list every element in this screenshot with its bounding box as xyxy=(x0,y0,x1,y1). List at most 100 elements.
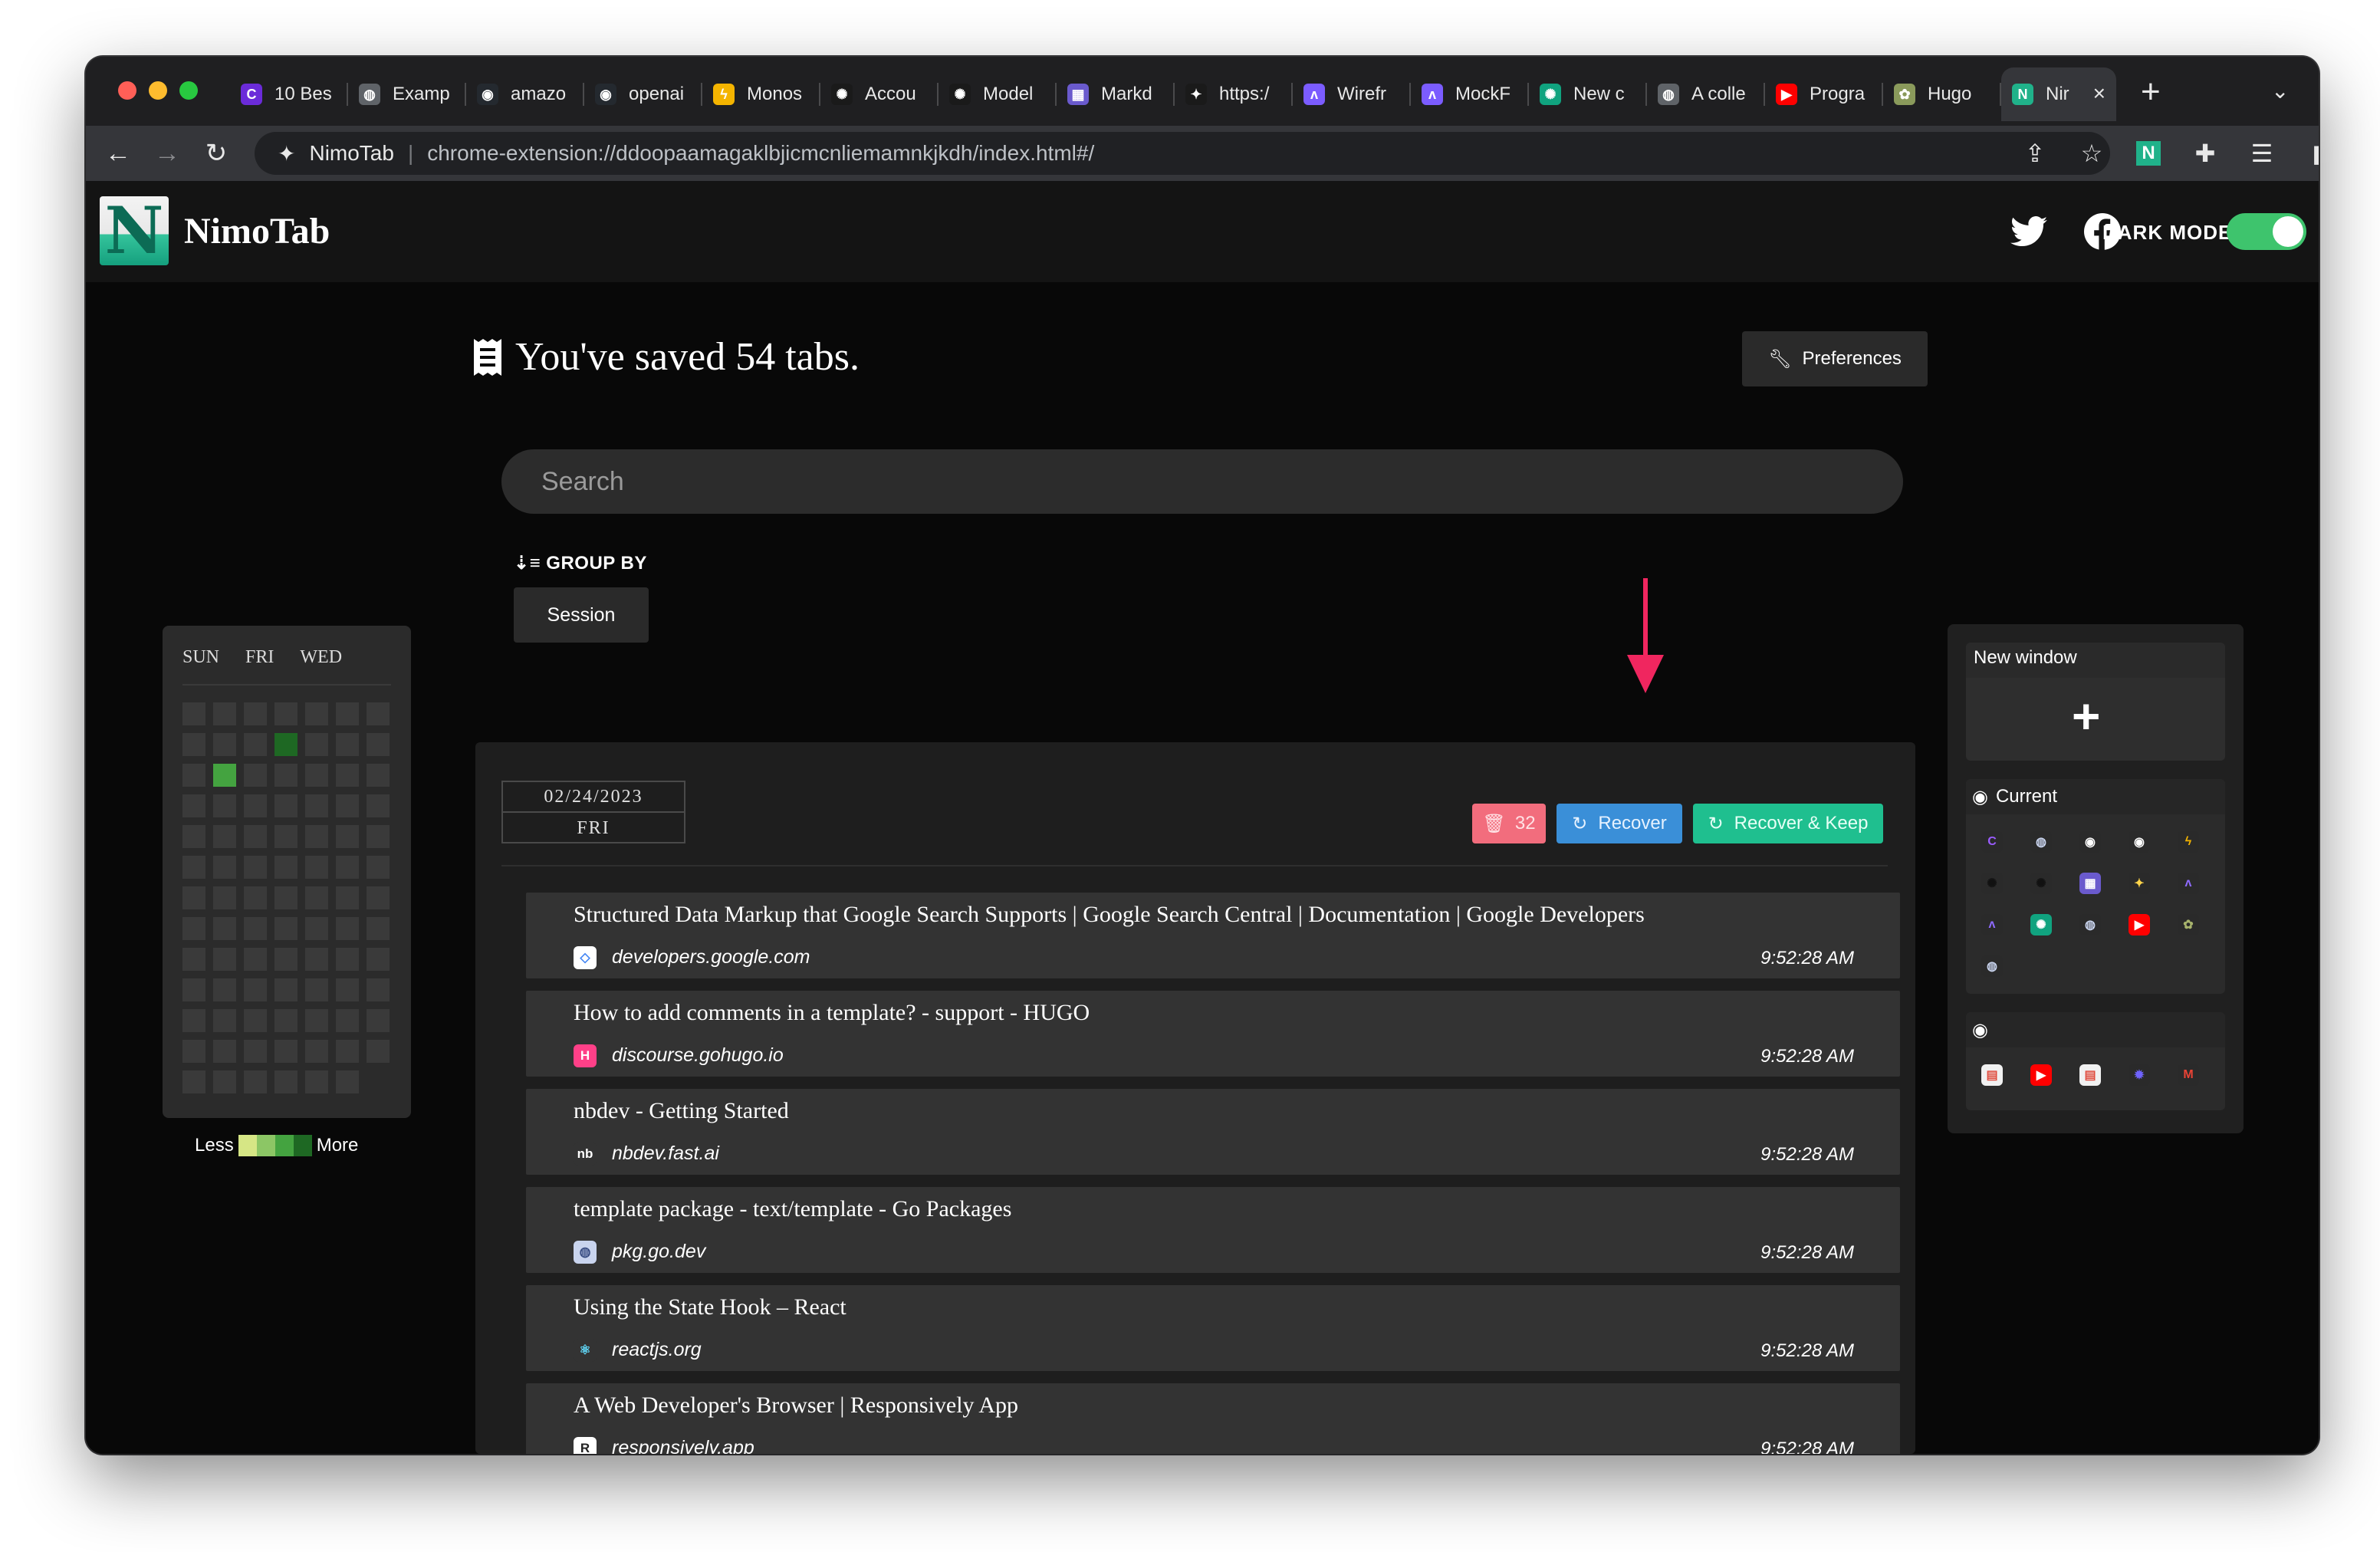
heatmap-cell[interactable] xyxy=(274,1040,298,1063)
heatmap-cell[interactable] xyxy=(182,917,205,940)
heatmap-cell[interactable] xyxy=(305,764,328,787)
side-panel-icon[interactable]: ▮ xyxy=(2302,136,2319,170)
saved-tab-title[interactable]: template package - text/template - Go Pa… xyxy=(574,1196,1011,1222)
delete-session-button[interactable]: 🗑︎ 32 xyxy=(1472,804,1546,843)
heatmap-cell[interactable] xyxy=(274,1070,298,1093)
heatmap-cell[interactable] xyxy=(213,1070,236,1093)
heatmap-cell[interactable] xyxy=(367,764,390,787)
saved-tab-row[interactable]: Structured Data Markup that Google Searc… xyxy=(526,893,1900,978)
saved-tab-title[interactable]: Using the State Hook – React xyxy=(574,1294,846,1320)
browser-tab[interactable]: ◍ A colle xyxy=(1647,67,1765,121)
heatmap-cell[interactable] xyxy=(305,702,328,725)
heatmap-cell[interactable] xyxy=(367,1009,390,1032)
twitter-icon[interactable] xyxy=(2009,212,2049,252)
heatmap-cell[interactable] xyxy=(367,702,390,725)
reload-icon[interactable]: ↻ xyxy=(199,136,233,170)
current-window-group[interactable]: ◉ Current C ◍ ◉ ◉ ϟ ✺ ✺ ▦ ✦ ʌ ʌ ✺ ◍ ▶ ✿ ◍ xyxy=(1966,779,2225,994)
heatmap-cell[interactable] xyxy=(274,1009,298,1032)
heatmap-cell[interactable] xyxy=(367,948,390,971)
heatmap-cell[interactable] xyxy=(305,948,328,971)
nimotab-extension-icon[interactable]: N xyxy=(2132,136,2165,170)
browser-tab[interactable]: ◉ amazo xyxy=(466,67,584,121)
heatmap-cell[interactable] xyxy=(367,794,390,817)
heatmap-cell[interactable] xyxy=(336,702,359,725)
heatmap-cell[interactable] xyxy=(213,1040,236,1063)
heatmap-cell[interactable] xyxy=(244,1040,267,1063)
heatmap-cell[interactable] xyxy=(336,825,359,848)
dark-mode-toggle[interactable] xyxy=(2227,213,2306,250)
openai-icon[interactable]: ✺ xyxy=(2030,873,2052,894)
heatmap-cell[interactable] xyxy=(274,764,298,787)
heatmap-cell[interactable] xyxy=(305,1009,328,1032)
heatmap-cell[interactable] xyxy=(274,948,298,971)
heatmap-cell[interactable] xyxy=(213,978,236,1001)
browser-tab[interactable]: N Nir × xyxy=(2001,67,2116,121)
gallery-icon[interactable]: ▤ xyxy=(2079,1064,2101,1086)
heatmap-cell[interactable] xyxy=(305,825,328,848)
heatmap-cell[interactable] xyxy=(182,733,205,756)
globe-icon[interactable]: ◍ xyxy=(2079,914,2101,935)
browser-tab[interactable]: ◍ Examp xyxy=(348,67,466,121)
heatmap-cell[interactable] xyxy=(305,978,328,1001)
saved-tab-row[interactable]: nbdev - Getting Started nb nbdev.fast.ai 9:… xyxy=(526,1089,1900,1175)
nimotab-logo[interactable]: N xyxy=(100,196,169,265)
heatmap-cell[interactable] xyxy=(367,917,390,940)
browser-tab[interactable]: ✺ Accou xyxy=(820,67,939,121)
recover-keep-button[interactable]: ↻ Recover & Keep xyxy=(1693,804,1883,843)
heatmap-cell[interactable] xyxy=(244,1070,267,1093)
chatgpt-purple-icon[interactable]: C xyxy=(1981,831,2003,853)
heatmap-cell[interactable] xyxy=(244,702,267,725)
hugo-icon[interactable]: ✿ xyxy=(2178,914,2199,935)
gmail-icon[interactable]: M xyxy=(2178,1064,2199,1086)
heatmap-cell[interactable] xyxy=(274,917,298,940)
minimize-window-button[interactable] xyxy=(149,81,167,100)
globe-icon[interactable]: ◍ xyxy=(1981,955,2003,977)
heatmap-cell[interactable] xyxy=(336,917,359,940)
heatmap-cell[interactable] xyxy=(305,733,328,756)
heatmap-cell[interactable] xyxy=(182,948,205,971)
heatmap-cell[interactable] xyxy=(213,702,236,725)
heatmap-cell[interactable] xyxy=(336,948,359,971)
heatmap-cell[interactable] xyxy=(305,794,328,817)
address-bar[interactable]: ✦ NimoTab | chrome-extension://ddoopaama… xyxy=(255,132,2110,175)
heatmap-cell[interactable] xyxy=(305,886,328,909)
saved-tab-title[interactable]: A Web Developer's Browser | Responsively… xyxy=(574,1393,1018,1419)
heatmap-cell[interactable] xyxy=(244,764,267,787)
heatmap-cell[interactable] xyxy=(244,978,267,1001)
globe-icon[interactable]: ◍ xyxy=(2030,831,2052,853)
saved-tab-row[interactable]: How to add comments in a template? - sup… xyxy=(526,991,1900,1077)
heatmap-cell[interactable] xyxy=(336,1070,359,1093)
other-window-group[interactable]: ◉ ▤ ▶ ▤ ✹ M xyxy=(1966,1012,2225,1110)
bookmark-star-icon[interactable]: ☆ xyxy=(2075,136,2109,170)
markdown-icon[interactable]: ▦ xyxy=(2079,873,2101,894)
heatmap-cell[interactable] xyxy=(274,856,298,879)
heatmap-cell[interactable] xyxy=(244,917,267,940)
heatmap-cell[interactable] xyxy=(367,978,390,1001)
saved-tab-row[interactable]: Using the State Hook – React ⚛ reactjs.org… xyxy=(526,1285,1900,1371)
heatmap-cell[interactable] xyxy=(244,825,267,848)
heatmap-cell[interactable] xyxy=(336,1040,359,1063)
heatmap-cell[interactable] xyxy=(305,1070,328,1093)
wireframe-icon[interactable]: ʌ xyxy=(1981,914,2003,935)
back-icon[interactable]: ← xyxy=(101,136,135,170)
new-tab-button[interactable]: + xyxy=(2141,75,2161,109)
preferences-button[interactable]: 🔧︎ Preferences xyxy=(1742,331,1928,386)
heatmap-cell[interactable] xyxy=(244,794,267,817)
sparkle-icon[interactable]: ✦ xyxy=(2129,873,2150,894)
browser-tab[interactable]: ϟ Monos xyxy=(702,67,820,121)
heatmap-cell[interactable] xyxy=(213,733,236,756)
heatmap-cell[interactable] xyxy=(182,978,205,1001)
heatmap-cell[interactable] xyxy=(213,948,236,971)
group-by-session-button[interactable]: Session xyxy=(514,587,649,643)
heatmap-cell[interactable] xyxy=(274,794,298,817)
openai-icon[interactable]: ✺ xyxy=(1981,873,2003,894)
heatmap-cell[interactable] xyxy=(244,1009,267,1032)
heatmap-cell[interactable] xyxy=(213,886,236,909)
heatmap-cell[interactable] xyxy=(213,764,236,787)
heatmap-cell[interactable] xyxy=(336,1009,359,1032)
gallery-icon[interactable]: ▤ xyxy=(1981,1064,2003,1086)
heatmap-cell[interactable] xyxy=(213,856,236,879)
browser-tab[interactable]: ✦ https:/ xyxy=(1175,67,1293,121)
heatmap-cell[interactable] xyxy=(336,856,359,879)
heatmap-cell[interactable] xyxy=(213,1009,236,1032)
